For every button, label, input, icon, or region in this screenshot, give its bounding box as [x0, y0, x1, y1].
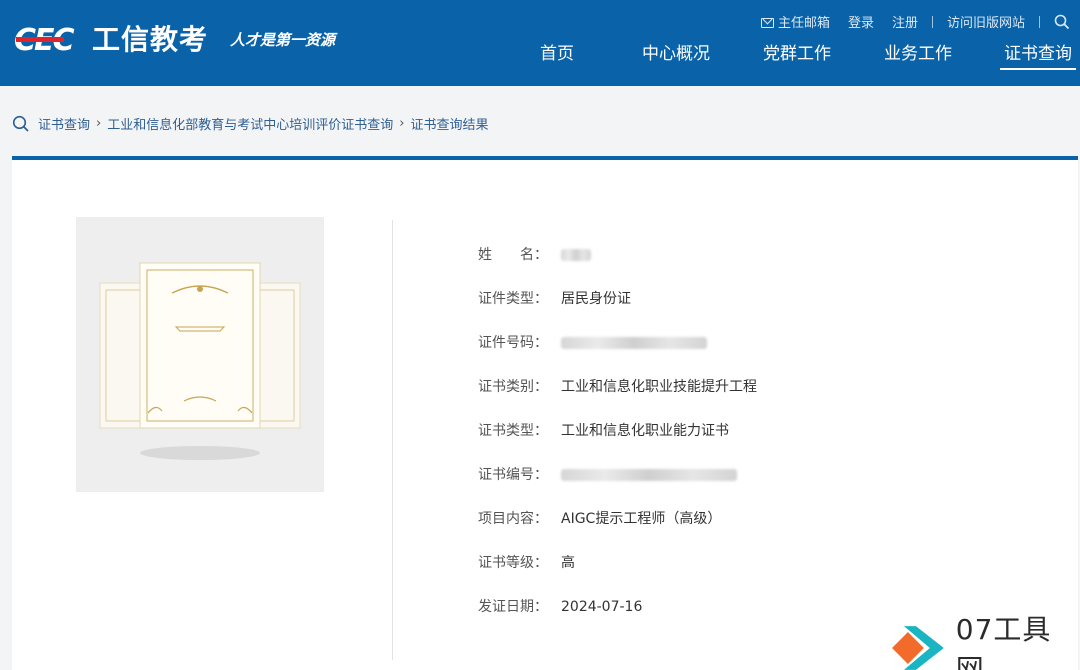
label-name: 姓 名： [478, 247, 548, 263]
breadcrumb: 证书查询 › 工业和信息化部教育与考试中心培训评价证书查询 › 证书查询结果 [12, 114, 488, 133]
mailbox-label: 主任邮箱 [777, 16, 830, 31]
slogan: 人才是第一资源 [230, 31, 336, 49]
label-id-type: 证件类型： [478, 291, 548, 307]
nav-party[interactable]: 党群工作 [763, 44, 831, 64]
label-level: 证书等级： [478, 555, 548, 571]
label-cert-type: 证书类型： [478, 423, 548, 439]
value-issue-date: 2024-07-16 [561, 599, 643, 615]
top-divider [1039, 15, 1040, 28]
label-project: 项目内容： [478, 511, 548, 527]
result-panel: 姓 名： 证件类型： 居民身份证 证件号码： 证书类别： 工业和信息化职业技能提… [12, 156, 1078, 670]
certificate-image [76, 217, 324, 492]
mailbox-link[interactable]: 主任邮箱 [760, 12, 830, 31]
chevron-right-icon: › [399, 116, 405, 131]
top-links: 主任邮箱 登录 注册 访问旧版网站 [743, 12, 1070, 31]
label-id-number: 证件号码： [478, 335, 548, 351]
label-issue-date: 发证日期： [478, 599, 548, 615]
breadcrumb-item: 证书查询结果 [410, 118, 489, 133]
certificate-details: 姓 名： 证件类型： 居民身份证 证件号码： 证书类别： 工业和信息化职业技能提… [478, 233, 757, 629]
field-row-name: 姓 名： [478, 233, 757, 277]
field-row-issue-date: 发证日期： 2024-07-16 [478, 585, 757, 629]
value-project: AIGC提示工程师（高级） [561, 511, 722, 527]
watermark-logo-icon [891, 626, 944, 670]
breadcrumb-item[interactable]: 工业和信息化部教育与考试中心培训评价证书查询 [107, 114, 393, 133]
login-link[interactable]: 登录 [848, 12, 874, 31]
mail-icon [760, 18, 774, 28]
top-divider [931, 15, 933, 28]
value-name-redacted [561, 233, 591, 277]
value-cert-type: 工业和信息化职业能力证书 [561, 423, 729, 439]
nav-cert-query[interactable]: 证书查询 [1000, 44, 1076, 78]
logo-text: 工信教考 [92, 23, 209, 56]
breadcrumb-item[interactable]: 证书查询 [38, 114, 90, 133]
old-site-link[interactable]: 访问旧版网站 [947, 12, 1025, 31]
register-link[interactable]: 注册 [892, 12, 918, 31]
nav-business[interactable]: 业务工作 [884, 44, 952, 64]
label-cert-number: 证书编号： [478, 467, 548, 483]
watermark: 07工具网 [890, 608, 1080, 670]
field-row-project: 项目内容： AIGC提示工程师（高级） [478, 497, 757, 541]
search-icon[interactable] [1054, 14, 1070, 30]
value-cert-category: 工业和信息化职业技能提升工程 [561, 379, 757, 395]
value-cert-number-redacted [561, 453, 737, 497]
field-row-cert-category: 证书类别： 工业和信息化职业技能提升工程 [478, 365, 757, 409]
field-row-level: 证书等级： 高 [478, 541, 757, 585]
cec-logo-mark: CEC [14, 21, 84, 58]
certificate-illustration [99, 262, 301, 460]
watermark-text: 07工具网 [955, 613, 1052, 670]
field-row-cert-number: 证书编号： [478, 453, 757, 497]
field-row-cert-type: 证书类型： 工业和信息化职业能力证书 [478, 409, 757, 453]
site-header: CEC 工信教考 人才是第一资源 主任邮箱 登录 注册 访问旧版网站 首页 中心… [0, 0, 1080, 86]
search-icon [12, 115, 29, 132]
nav-home[interactable]: 首页 [540, 44, 574, 64]
site-logo[interactable]: CEC 工信教考 [14, 18, 208, 58]
vertical-divider [392, 220, 393, 660]
field-row-id-type: 证件类型： 居民身份证 [478, 277, 757, 321]
label-cert-category: 证书类别： [478, 379, 548, 395]
chevron-right-icon: › [96, 116, 102, 131]
logo-red-bar [16, 37, 64, 42]
value-id-type: 居民身份证 [561, 291, 631, 307]
field-row-id-number: 证件号码： [478, 321, 757, 365]
value-id-number-redacted [561, 321, 707, 365]
value-level: 高 [561, 555, 575, 571]
nav-about[interactable]: 中心概况 [642, 44, 710, 64]
